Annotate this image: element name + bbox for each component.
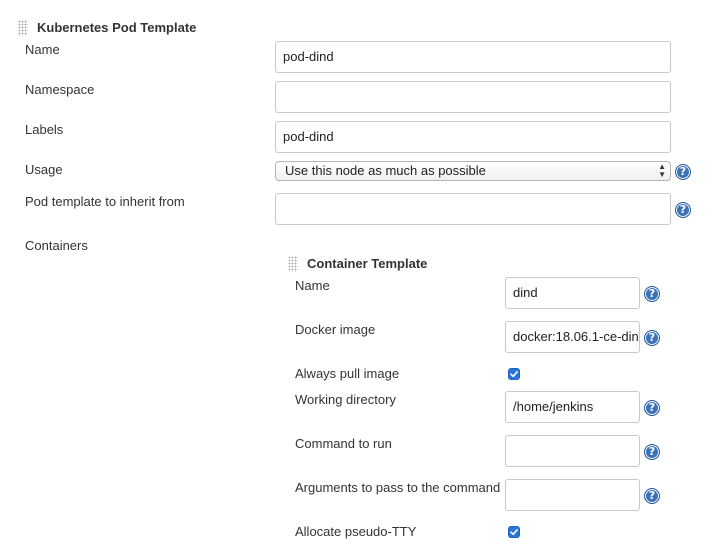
always-pull-label: Always pull image: [295, 366, 400, 381]
inherit-input[interactable]: [275, 193, 671, 225]
pod-name-input[interactable]: pod-dind: [275, 41, 671, 73]
usage-help-icon[interactable]: ?: [675, 164, 691, 180]
container-name-input[interactable]: dind: [505, 277, 640, 309]
inherit-help-icon[interactable]: ?: [675, 202, 691, 218]
containers-label: Containers: [25, 238, 88, 253]
docker-image-help-icon[interactable]: ?: [644, 330, 660, 346]
arguments-label: Arguments to pass to the command: [295, 480, 501, 495]
pod-name-label: Name: [25, 42, 60, 57]
tty-label: Allocate pseudo-TTY: [295, 524, 417, 539]
command-help-icon[interactable]: ?: [644, 444, 660, 460]
usage-select[interactable]: Use this node as much as possible ▲ ▼: [275, 161, 671, 181]
usage-label: Usage: [25, 162, 63, 177]
namespace-label: Namespace: [25, 82, 95, 97]
command-input[interactable]: [505, 435, 640, 467]
arguments-input[interactable]: [505, 479, 640, 511]
working-dir-label: Working directory: [295, 392, 396, 407]
container-template-title: Container Template: [307, 256, 428, 271]
working-dir-input[interactable]: /home/jenkins: [505, 391, 640, 423]
docker-image-input[interactable]: docker:18.06.1-ce-dind: [505, 321, 640, 353]
container-name-help-icon[interactable]: ?: [644, 286, 660, 302]
arguments-help-icon[interactable]: ?: [644, 488, 660, 504]
always-pull-checkbox[interactable]: [508, 368, 520, 380]
docker-image-label: Docker image: [295, 322, 376, 337]
tty-checkbox[interactable]: [508, 526, 520, 538]
container-name-label: Name: [295, 278, 330, 293]
labels-input[interactable]: pod-dind: [275, 121, 671, 153]
working-dir-help-icon[interactable]: ?: [644, 400, 660, 416]
labels-label: Labels: [25, 122, 64, 137]
container-drag-handle-icon[interactable]: [288, 256, 298, 272]
usage-select-value: Use this node as much as possible: [285, 163, 486, 178]
pod-template-title: Kubernetes Pod Template: [37, 20, 197, 35]
checkmark-icon: [510, 371, 518, 378]
inherit-label: Pod template to inherit from: [25, 194, 185, 209]
up-down-arrows-icon: ▲ ▼: [658, 162, 666, 179]
namespace-input[interactable]: [275, 81, 671, 113]
command-label: Command to run: [295, 436, 392, 451]
checkmark-icon: [510, 529, 518, 536]
drag-handle-icon[interactable]: [18, 20, 28, 36]
